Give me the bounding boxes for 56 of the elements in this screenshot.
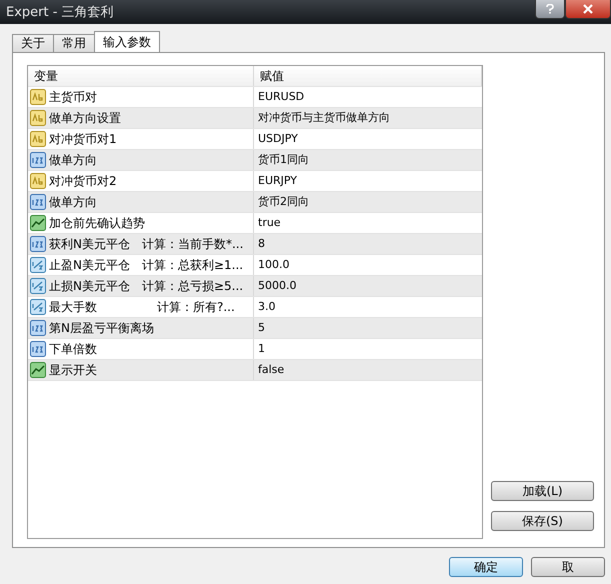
variable-name: 做单方向: [49, 194, 97, 210]
help-button[interactable]: [535, 0, 565, 19]
chart-icon: [30, 362, 46, 378]
number-type-icon: [30, 257, 46, 273]
value-cell[interactable]: 1: [254, 339, 482, 359]
variable-name: 最大手数 计算：所有?...: [49, 298, 235, 316]
close-button[interactable]: [565, 0, 611, 19]
variable-name: 加仓前先确认趋势: [49, 214, 145, 232]
text-type-icon: [30, 131, 46, 147]
value-cell[interactable]: 货币2同向: [254, 192, 482, 212]
tab[interactable]: 常用: [53, 34, 95, 52]
variable-name: 对冲货币对2: [49, 172, 117, 190]
chart-icon: [30, 215, 46, 231]
number-type-icon: [30, 152, 46, 168]
number-type-icon: [30, 236, 46, 252]
tab[interactable]: 输入参数: [94, 31, 160, 52]
value-cell[interactable]: 5: [254, 318, 482, 338]
variable-name: 止损N美元平仓 计算：总亏损≥5...: [49, 278, 244, 294]
value-cell[interactable]: 8: [254, 234, 482, 254]
value-cell[interactable]: EURJPY: [254, 171, 482, 191]
cancel-button[interactable]: 取: [531, 557, 605, 577]
text-type-icon: [30, 89, 46, 105]
window-title: Expert - 三角套利: [6, 4, 115, 21]
number-type-icon: [30, 278, 46, 294]
variable-name: 做单方向设置: [49, 110, 121, 126]
number-type-icon: [30, 299, 46, 315]
number-type-icon: [30, 341, 46, 357]
value-cell[interactable]: false: [254, 360, 482, 380]
ok-button[interactable]: 确定: [449, 557, 523, 577]
text-type-icon: [30, 173, 46, 189]
value-cell[interactable]: 5000.0: [254, 276, 482, 296]
save-button[interactable]: 保存(S): [491, 511, 594, 531]
close-icon: [583, 4, 593, 14]
variable-name: 对冲货币对1: [49, 130, 117, 148]
variable-name: 下单倍数: [49, 340, 97, 358]
value-cell[interactable]: 3.0: [254, 297, 482, 317]
column-header[interactable]: 赋值: [254, 66, 482, 86]
value-cell[interactable]: 100.0: [254, 255, 482, 275]
value-cell[interactable]: true: [254, 213, 482, 233]
number-type-icon: [30, 320, 46, 336]
text-type-icon: [30, 110, 46, 126]
value-cell[interactable]: USDJPY: [254, 129, 482, 149]
load-button[interactable]: 加载(L): [491, 481, 594, 501]
column-header[interactable]: 变量: [28, 66, 254, 86]
variable-name: 止盈N美元平仓 计算：总获利≥1...: [49, 256, 244, 274]
number-type-icon: [30, 194, 46, 210]
variable-name: 第N层盈亏平衡离场: [49, 320, 154, 336]
value-cell[interactable]: EURUSD: [254, 87, 482, 107]
variable-name: 显示开关: [49, 362, 97, 378]
tab[interactable]: 关于: [12, 34, 54, 52]
value-cell[interactable]: 货币1同向: [254, 150, 482, 170]
variable-name: 做单方向: [49, 152, 97, 168]
variable-name: 主货币对: [49, 88, 97, 106]
variable-name: 获利N美元平仓 计算：当前手数*...: [49, 236, 244, 252]
value-cell[interactable]: 对冲货币与主货币做单方向: [254, 108, 482, 128]
help-icon: [546, 4, 554, 14]
